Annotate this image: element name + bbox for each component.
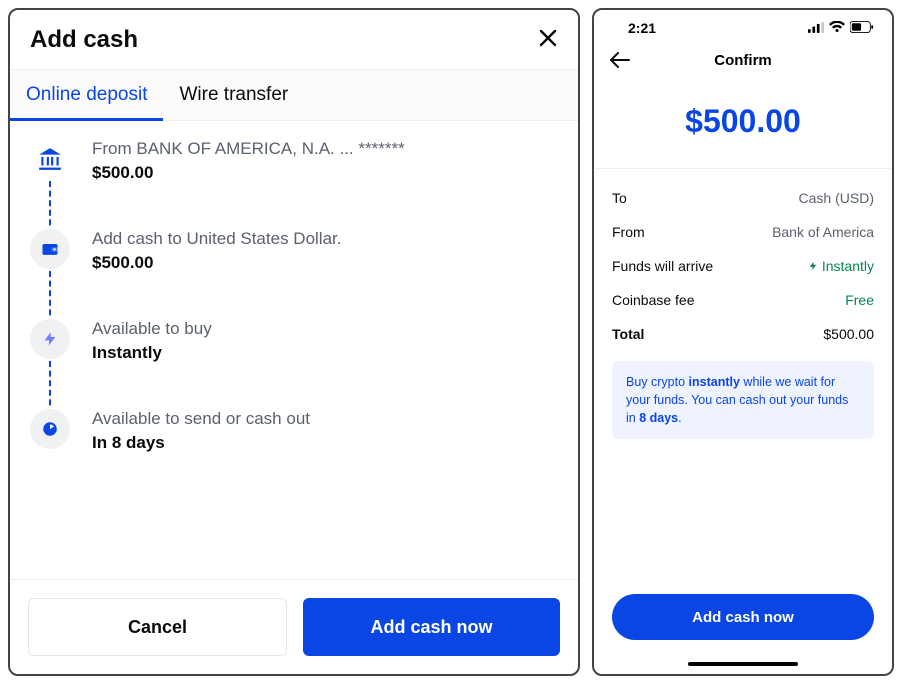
nav-title: Confirm xyxy=(714,52,772,69)
step-label: From BANK OF AMERICA, N.A. ... ******* xyxy=(92,139,405,159)
step-value: Instantly xyxy=(92,343,212,363)
close-icon[interactable] xyxy=(538,24,558,55)
tab-wire-transfer[interactable]: Wire transfer xyxy=(163,70,304,120)
step-value: $500.00 xyxy=(92,253,341,273)
row-value: Bank of America xyxy=(772,224,874,240)
step-value: In 8 days xyxy=(92,433,310,453)
step-add-cash: Add cash to United States Dollar. $500.0… xyxy=(30,229,558,319)
row-label: From xyxy=(612,224,645,240)
row-label: To xyxy=(612,190,627,206)
step-label: Available to buy xyxy=(92,319,212,339)
step-from-bank: From BANK OF AMERICA, N.A. ... ******* $… xyxy=(30,139,558,229)
step-available-cashout: Available to send or cash out In 8 days xyxy=(30,409,558,463)
step-value: $500.00 xyxy=(92,163,405,183)
confirm-amount: $500.00 xyxy=(594,81,892,168)
step-label: Available to send or cash out xyxy=(92,409,310,429)
row-value: $500.00 xyxy=(823,326,874,342)
confirm-screen: 2:21 Confirm $500.00 To Cash (USD) From … xyxy=(592,8,894,676)
add-cash-now-button[interactable]: Add cash now xyxy=(612,594,874,640)
row-from: From Bank of America xyxy=(612,215,874,249)
status-bar: 2:21 xyxy=(594,10,892,40)
cellular-icon xyxy=(808,20,824,36)
add-cash-now-button[interactable]: Add cash now xyxy=(303,598,560,656)
step-label: Add cash to United States Dollar. xyxy=(92,229,341,249)
clock-icon xyxy=(41,420,59,438)
confirm-details: To Cash (USD) From Bank of America Funds… xyxy=(594,169,892,351)
bank-icon xyxy=(37,146,63,172)
nav-bar: Confirm xyxy=(594,40,892,81)
add-cash-dialog: Add cash Online deposit Wire transfer Fr… xyxy=(8,8,580,676)
cancel-button[interactable]: Cancel xyxy=(28,598,287,656)
deposit-steps: From BANK OF AMERICA, N.A. ... ******* $… xyxy=(10,121,578,579)
row-value: Instantly xyxy=(808,258,874,274)
wallet-icon xyxy=(40,239,60,259)
status-time: 2:21 xyxy=(628,20,656,36)
row-fee: Coinbase fee Free xyxy=(612,283,874,317)
wifi-icon xyxy=(829,20,845,36)
dialog-footer: Cancel Add cash now xyxy=(10,579,578,674)
home-indicator xyxy=(688,662,798,666)
deposit-tabs: Online deposit Wire transfer xyxy=(10,69,578,121)
step-available-buy: Available to buy Instantly xyxy=(30,319,558,409)
row-to: To Cash (USD) xyxy=(612,181,874,215)
confirm-footer: Add cash now xyxy=(594,594,892,662)
row-funds-arrive: Funds will arrive Instantly xyxy=(612,249,874,283)
lightning-icon xyxy=(808,260,818,272)
row-label: Coinbase fee xyxy=(612,292,695,308)
lightning-icon xyxy=(42,331,58,347)
back-icon[interactable] xyxy=(610,48,630,74)
dialog-header: Add cash xyxy=(10,10,578,69)
row-label: Total xyxy=(612,326,644,342)
battery-icon xyxy=(850,20,874,36)
info-notice: Buy crypto instantly while we wait for y… xyxy=(612,361,874,439)
row-label: Funds will arrive xyxy=(612,258,713,274)
row-total: Total $500.00 xyxy=(612,317,874,351)
row-value: Free xyxy=(845,292,874,308)
tab-online-deposit[interactable]: Online deposit xyxy=(10,70,163,120)
row-value: Cash (USD) xyxy=(799,190,874,206)
dialog-title: Add cash xyxy=(30,26,138,54)
